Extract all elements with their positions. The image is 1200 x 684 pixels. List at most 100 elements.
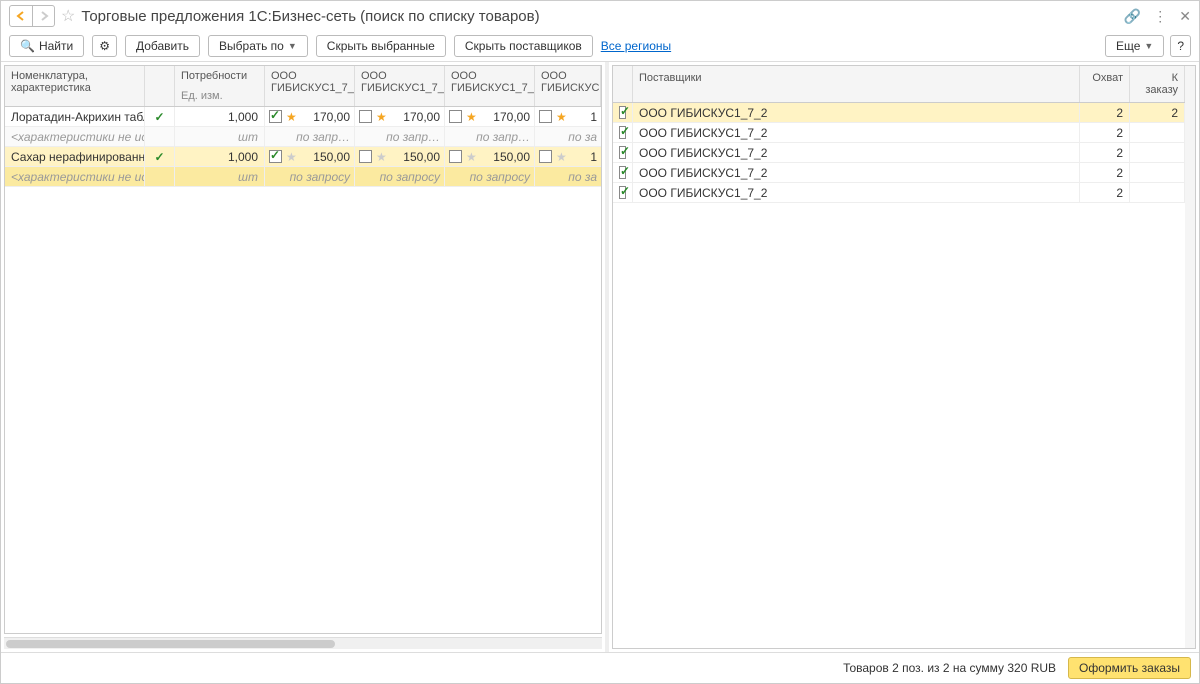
gear-icon: ⚙ bbox=[99, 39, 110, 53]
check-icon: ✓ bbox=[154, 150, 164, 164]
cell-to-order: 2 bbox=[1130, 103, 1185, 122]
supplier-subcell: по запросу bbox=[265, 167, 355, 186]
col-to-order[interactable]: К заказу bbox=[1130, 66, 1185, 102]
favorite-star-icon[interactable]: ☆ bbox=[61, 6, 75, 26]
col-supplier-4[interactable]: ООО ГИБИСКУС1_ bbox=[535, 66, 601, 106]
cell-char: <характеристики не использу… bbox=[5, 127, 145, 146]
checkbox[interactable] bbox=[269, 150, 282, 163]
checkbox[interactable] bbox=[619, 126, 626, 139]
supplier-row[interactable]: ООО ГИБИСКУС1_7_22 bbox=[613, 123, 1185, 143]
table-row[interactable]: Сахар нерафинированный…✓1,000★150,00★150… bbox=[5, 147, 601, 167]
hide-suppliers-button[interactable]: Скрыть поставщиков bbox=[454, 35, 593, 57]
checkbox[interactable] bbox=[619, 166, 626, 179]
supplier-subcell: по за bbox=[535, 127, 601, 146]
suppliers-grid: Поставщики Охват К заказу ООО ГИБИСКУС1_… bbox=[612, 65, 1196, 649]
checkbox[interactable] bbox=[619, 186, 626, 199]
add-button[interactable]: Добавить bbox=[125, 35, 200, 57]
cell-check[interactable] bbox=[613, 123, 633, 142]
col-coverage[interactable]: Охват bbox=[1080, 66, 1130, 102]
cell-check[interactable] bbox=[613, 183, 633, 202]
cell-coverage: 2 bbox=[1080, 183, 1130, 202]
chevron-down-icon: ▼ bbox=[288, 41, 297, 51]
col-supplier-name[interactable]: Поставщики bbox=[633, 66, 1080, 102]
supplier-cell[interactable]: ★170,00 bbox=[265, 107, 355, 126]
star-icon: ★ bbox=[556, 150, 567, 164]
table-row[interactable]: Лоратадин-Акрихин табл 1…✓1,000★170,00★1… bbox=[5, 107, 601, 127]
star-icon: ★ bbox=[466, 110, 477, 124]
checkbox[interactable] bbox=[449, 150, 462, 163]
checkbox[interactable] bbox=[619, 106, 626, 119]
find-label: Найти bbox=[39, 39, 73, 53]
checkbox[interactable] bbox=[359, 110, 372, 123]
price: 170,00 bbox=[313, 110, 350, 124]
col-needs[interactable]: Потребности Ед. изм. bbox=[175, 66, 265, 106]
back-button[interactable] bbox=[10, 6, 32, 26]
settings-button[interactable]: ⚙ bbox=[92, 35, 117, 57]
cell-qty: 1,000 bbox=[175, 107, 265, 126]
supplier-row[interactable]: ООО ГИБИСКУС1_7_22 bbox=[613, 143, 1185, 163]
supplier-cell[interactable]: ★170,00 bbox=[445, 107, 535, 126]
nav-buttons bbox=[9, 5, 55, 27]
select-by-button[interactable]: Выбрать по▼ bbox=[208, 35, 308, 57]
table-subrow: <характеристики не использу…штпо запросу… bbox=[5, 167, 601, 187]
col-check[interactable] bbox=[145, 66, 175, 106]
cell-name: Сахар нерафинированный… bbox=[5, 147, 145, 166]
col-check[interactable] bbox=[613, 66, 633, 102]
more-label: Еще bbox=[1116, 39, 1140, 53]
supplier-cell[interactable]: ★170,00 bbox=[355, 107, 445, 126]
checkbox[interactable] bbox=[619, 146, 626, 159]
find-button[interactable]: 🔍Найти bbox=[9, 35, 84, 57]
col-supplier-2[interactable]: ООО ГИБИСКУС1_7_2 bbox=[355, 66, 445, 106]
supplier-cell[interactable]: ★1 bbox=[535, 107, 601, 126]
star-icon: ★ bbox=[286, 150, 297, 164]
help-button[interactable]: ? bbox=[1170, 35, 1191, 57]
checkbox[interactable] bbox=[539, 150, 552, 163]
supplier-row[interactable]: ООО ГИБИСКУС1_7_22 bbox=[613, 163, 1185, 183]
supplier-subcell: по запр… bbox=[265, 127, 355, 146]
supplier-row[interactable]: ООО ГИБИСКУС1_7_222 bbox=[613, 103, 1185, 123]
supplier-cell[interactable]: ★150,00 bbox=[445, 147, 535, 166]
supplier-cell[interactable]: ★150,00 bbox=[355, 147, 445, 166]
cell-supplier-name: ООО ГИБИСКУС1_7_2 bbox=[633, 183, 1080, 202]
supplier-subcell: по запр… bbox=[445, 127, 535, 146]
star-icon: ★ bbox=[556, 110, 567, 124]
checkbox[interactable] bbox=[269, 110, 282, 123]
cell-check[interactable] bbox=[613, 143, 633, 162]
kebab-icon[interactable]: ⋮ bbox=[1153, 8, 1167, 25]
offers-grid: Номенклатура, характеристика Потребности… bbox=[4, 65, 602, 634]
link-icon[interactable]: 🔗 bbox=[1124, 8, 1141, 25]
price: 1 bbox=[590, 150, 597, 164]
cell-to-order bbox=[1130, 123, 1185, 142]
checkbox[interactable] bbox=[449, 110, 462, 123]
col-nomenclature[interactable]: Номенклатура, характеристика bbox=[5, 66, 145, 106]
suppliers-grid-header: Поставщики Охват К заказу bbox=[613, 66, 1185, 103]
horizontal-scrollbar[interactable] bbox=[4, 637, 602, 649]
price: 150,00 bbox=[313, 150, 350, 164]
supplier-cell[interactable]: ★ 150,00 bbox=[265, 147, 355, 166]
checkbox[interactable] bbox=[359, 150, 372, 163]
cell-unit: шт bbox=[175, 127, 265, 146]
cell-coverage: 2 bbox=[1080, 123, 1130, 142]
star-icon: ★ bbox=[376, 150, 387, 164]
more-button[interactable]: Еще▼ bbox=[1105, 35, 1164, 57]
cell-coverage: 2 bbox=[1080, 103, 1130, 122]
cell-supplier-name: ООО ГИБИСКУС1_7_2 bbox=[633, 103, 1080, 122]
col-supplier-1[interactable]: ООО ГИБИСКУС1_7_2 bbox=[265, 66, 355, 106]
titlebar: ☆ Торговые предложения 1С:Бизнес-сеть (п… bbox=[1, 1, 1199, 31]
forward-button[interactable] bbox=[32, 6, 54, 26]
close-icon[interactable]: ✕ bbox=[1179, 8, 1191, 25]
checkbox[interactable] bbox=[539, 110, 552, 123]
all-regions-link[interactable]: Все регионы bbox=[601, 39, 671, 53]
cell-qty: 1,000 bbox=[175, 147, 265, 166]
cell-supplier-name: ООО ГИБИСКУС1_7_2 bbox=[633, 143, 1080, 162]
hide-selected-button[interactable]: Скрыть выбранные bbox=[316, 35, 446, 57]
supplier-cell[interactable]: ★1 bbox=[535, 147, 601, 166]
col-supplier-3[interactable]: ООО ГИБИСКУС1_7_2 bbox=[445, 66, 535, 106]
supplier-row[interactable]: ООО ГИБИСКУС1_7_22 bbox=[613, 183, 1185, 203]
cell-supplier-name: ООО ГИБИСКУС1_7_2 bbox=[633, 163, 1080, 182]
star-icon: ★ bbox=[466, 150, 477, 164]
cell-check[interactable] bbox=[613, 163, 633, 182]
vertical-scrollbar[interactable] bbox=[1185, 66, 1195, 648]
cell-check[interactable] bbox=[613, 103, 633, 122]
submit-orders-button[interactable]: Оформить заказы bbox=[1068, 657, 1191, 679]
